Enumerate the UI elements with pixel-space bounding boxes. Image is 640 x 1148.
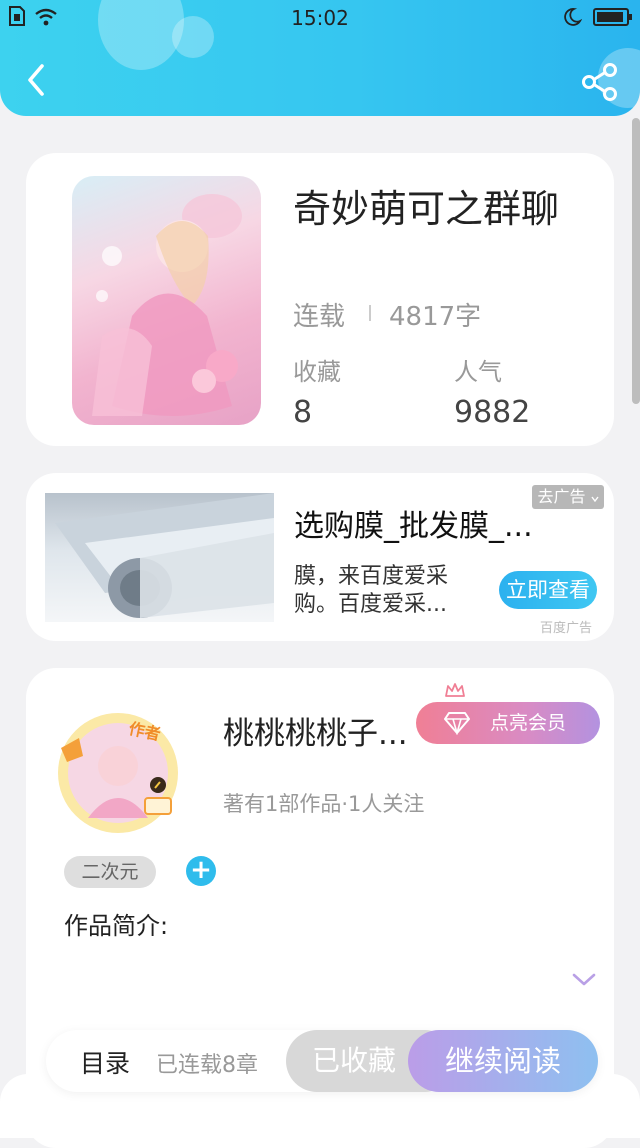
remove-ad-button[interactable]: 去广告 <box>532 485 604 509</box>
book-word-count: 4817字 <box>389 302 482 332</box>
battery-icon <box>593 8 632 26</box>
bottom-action-bar: 目录 已连载8章 已收藏 继续阅读 <box>46 1030 598 1092</box>
ad-card[interactable]: 选购膜_批发膜_... 膜，来百度爱采购。百度爱采... 去广告 立即查看 百度… <box>26 473 614 641</box>
share-button[interactable] <box>578 60 622 104</box>
intro-label: 作品简介: <box>64 912 169 940</box>
vip-label: 点亮会员 <box>490 712 567 734</box>
top-header: 15:02 <box>0 0 640 116</box>
ad-description: 膜，来百度爱采购。百度爱采... <box>294 564 449 617</box>
page-scrollbar[interactable] <box>632 118 640 404</box>
cover-illustration <box>92 194 242 416</box>
back-button[interactable] <box>18 60 58 100</box>
popularity-value: 9882 <box>454 395 531 430</box>
favorites-value: 8 <box>293 395 313 430</box>
popularity-label: 人气 <box>454 358 502 386</box>
add-tag-button[interactable]: + <box>186 856 216 886</box>
activate-vip-button[interactable]: 点亮会员 <box>416 702 600 744</box>
back-arrow-icon <box>28 64 44 96</box>
status-time: 15:02 <box>291 6 349 30</box>
continue-reading-button[interactable]: 继续阅读 <box>408 1030 598 1092</box>
book-cover-image[interactable] <box>72 176 261 425</box>
ad-source-label: 百度广告 <box>540 621 593 636</box>
ad-title[interactable]: 选购膜_批发膜_... <box>294 501 533 545</box>
chevron-down-icon <box>590 496 599 503</box>
author-meta: 著有1部作品·1人关注 <box>223 792 425 816</box>
table-of-contents-button[interactable]: 目录 <box>80 1044 130 1080</box>
diamond-icon <box>444 712 470 735</box>
chevron-down-icon[interactable] <box>571 972 597 988</box>
remove-ad-label: 去广告 <box>537 487 586 506</box>
moon-icon <box>564 8 582 26</box>
status-divider <box>369 305 371 321</box>
crown-icon <box>445 683 465 697</box>
author-avatar-image <box>58 713 178 833</box>
book-title: 奇妙萌可之群聊 <box>293 187 560 231</box>
book-status: 连载 <box>293 302 346 332</box>
favorites-label: 收藏 <box>293 358 341 386</box>
author-avatar[interactable]: 作者 <box>53 708 183 838</box>
edit-icon <box>150 777 166 793</box>
book-info-card: 奇妙萌可之群聊 连载 4817字 收藏 8 人气 9882 <box>26 153 614 446</box>
chapter-count[interactable]: 已连载8章 <box>156 1047 258 1079</box>
ad-image[interactable] <box>45 493 274 622</box>
author-name[interactable]: 桃桃桃桃子... <box>223 708 408 753</box>
view-now-button[interactable]: 立即查看 <box>499 571 597 609</box>
share-icon <box>582 63 617 101</box>
film-roll-illustration <box>55 493 274 618</box>
status-bar: 15:02 <box>0 0 640 36</box>
genre-tag[interactable]: 二次元 <box>64 856 156 888</box>
